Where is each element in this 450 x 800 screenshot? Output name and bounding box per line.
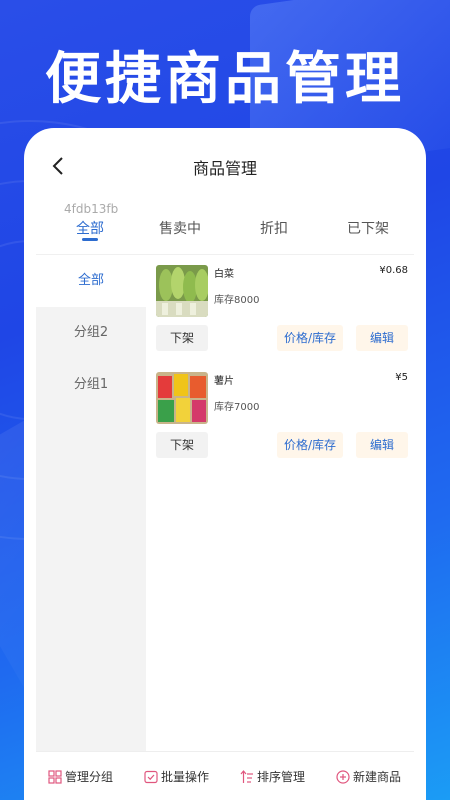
headline: 便捷商品管理 [45, 47, 405, 112]
sort-manage-label: 排序管理 [257, 770, 306, 784]
goods-name: 薯片 [214, 376, 234, 387]
grid-icon [48, 769, 62, 784]
edit-button[interactable]: 编辑 [356, 325, 408, 351]
batch-operation-label: 批量操作 [161, 770, 210, 784]
price-stock-button[interactable]: 价格/库存 [277, 325, 343, 351]
navbar: 商品管理 [36, 144, 414, 188]
tab-all[interactable]: 全部 [66, 218, 114, 238]
goods-price: ¥5 [395, 372, 408, 383]
tab-all-sub: 4fdb13fb [64, 202, 119, 216]
manage-group-button[interactable]: 管理分组 [48, 768, 113, 785]
goods-list: 白菜 ¥0.68 库存8000 下架 价格/库存 编辑 薯片 ¥5 库存7000… [146, 255, 414, 751]
batch-operation-button[interactable]: 批量操作 [144, 768, 209, 785]
goods-image-cabbage [156, 265, 208, 317]
goods-price: ¥0.68 [379, 265, 408, 276]
off-shelf-button[interactable]: 下架 [156, 325, 208, 351]
bottom-toolbar: 管理分组 批量操作 排序管理 新建商品 [36, 751, 414, 800]
edit-button[interactable]: 编辑 [356, 432, 408, 458]
goods-name: 白菜 [214, 269, 234, 280]
phone-screen: 商品管理 4fdb13fb 全部 售卖中 折扣 已下架 全部 分组2 分组1 白… [24, 128, 426, 800]
new-goods-button[interactable]: 新建商品 [336, 768, 401, 785]
checkbox-icon [144, 770, 158, 783]
sidebar-item-group1[interactable]: 分组1 [36, 359, 146, 411]
manage-group-label: 管理分组 [65, 770, 114, 784]
sidebar-item-all[interactable]: 全部 [36, 255, 146, 307]
plus-circle-icon [336, 769, 350, 784]
sidebar-item-group2[interactable]: 分组2 [36, 307, 146, 359]
sort-manage-button[interactable]: 排序管理 [240, 768, 305, 785]
tab-bar: 4fdb13fb 全部 售卖中 折扣 已下架 [36, 196, 414, 254]
tab-off-shelf[interactable]: 已下架 [338, 218, 398, 238]
tab-on-sale[interactable]: 售卖中 [150, 218, 210, 238]
goods-stock: 库存7000 [214, 402, 260, 413]
price-stock-button[interactable]: 价格/库存 [277, 432, 343, 458]
list-item: 白菜 ¥0.68 库存8000 下架 价格/库存 编辑 [156, 255, 408, 355]
off-shelf-button[interactable]: 下架 [156, 432, 208, 458]
goods-stock: 库存8000 [214, 295, 260, 306]
goods-image-chips [156, 372, 208, 424]
page-title: 商品管理 [192, 159, 257, 178]
list-item: 薯片 ¥5 库存7000 下架 价格/库存 编辑 [156, 362, 408, 462]
tab-active-indicator [82, 238, 98, 241]
tab-discount[interactable]: 折扣 [250, 218, 298, 238]
new-goods-label: 新建商品 [353, 770, 402, 784]
sidebar: 全部 分组2 分组1 [36, 255, 146, 751]
sort-icon [240, 769, 253, 783]
